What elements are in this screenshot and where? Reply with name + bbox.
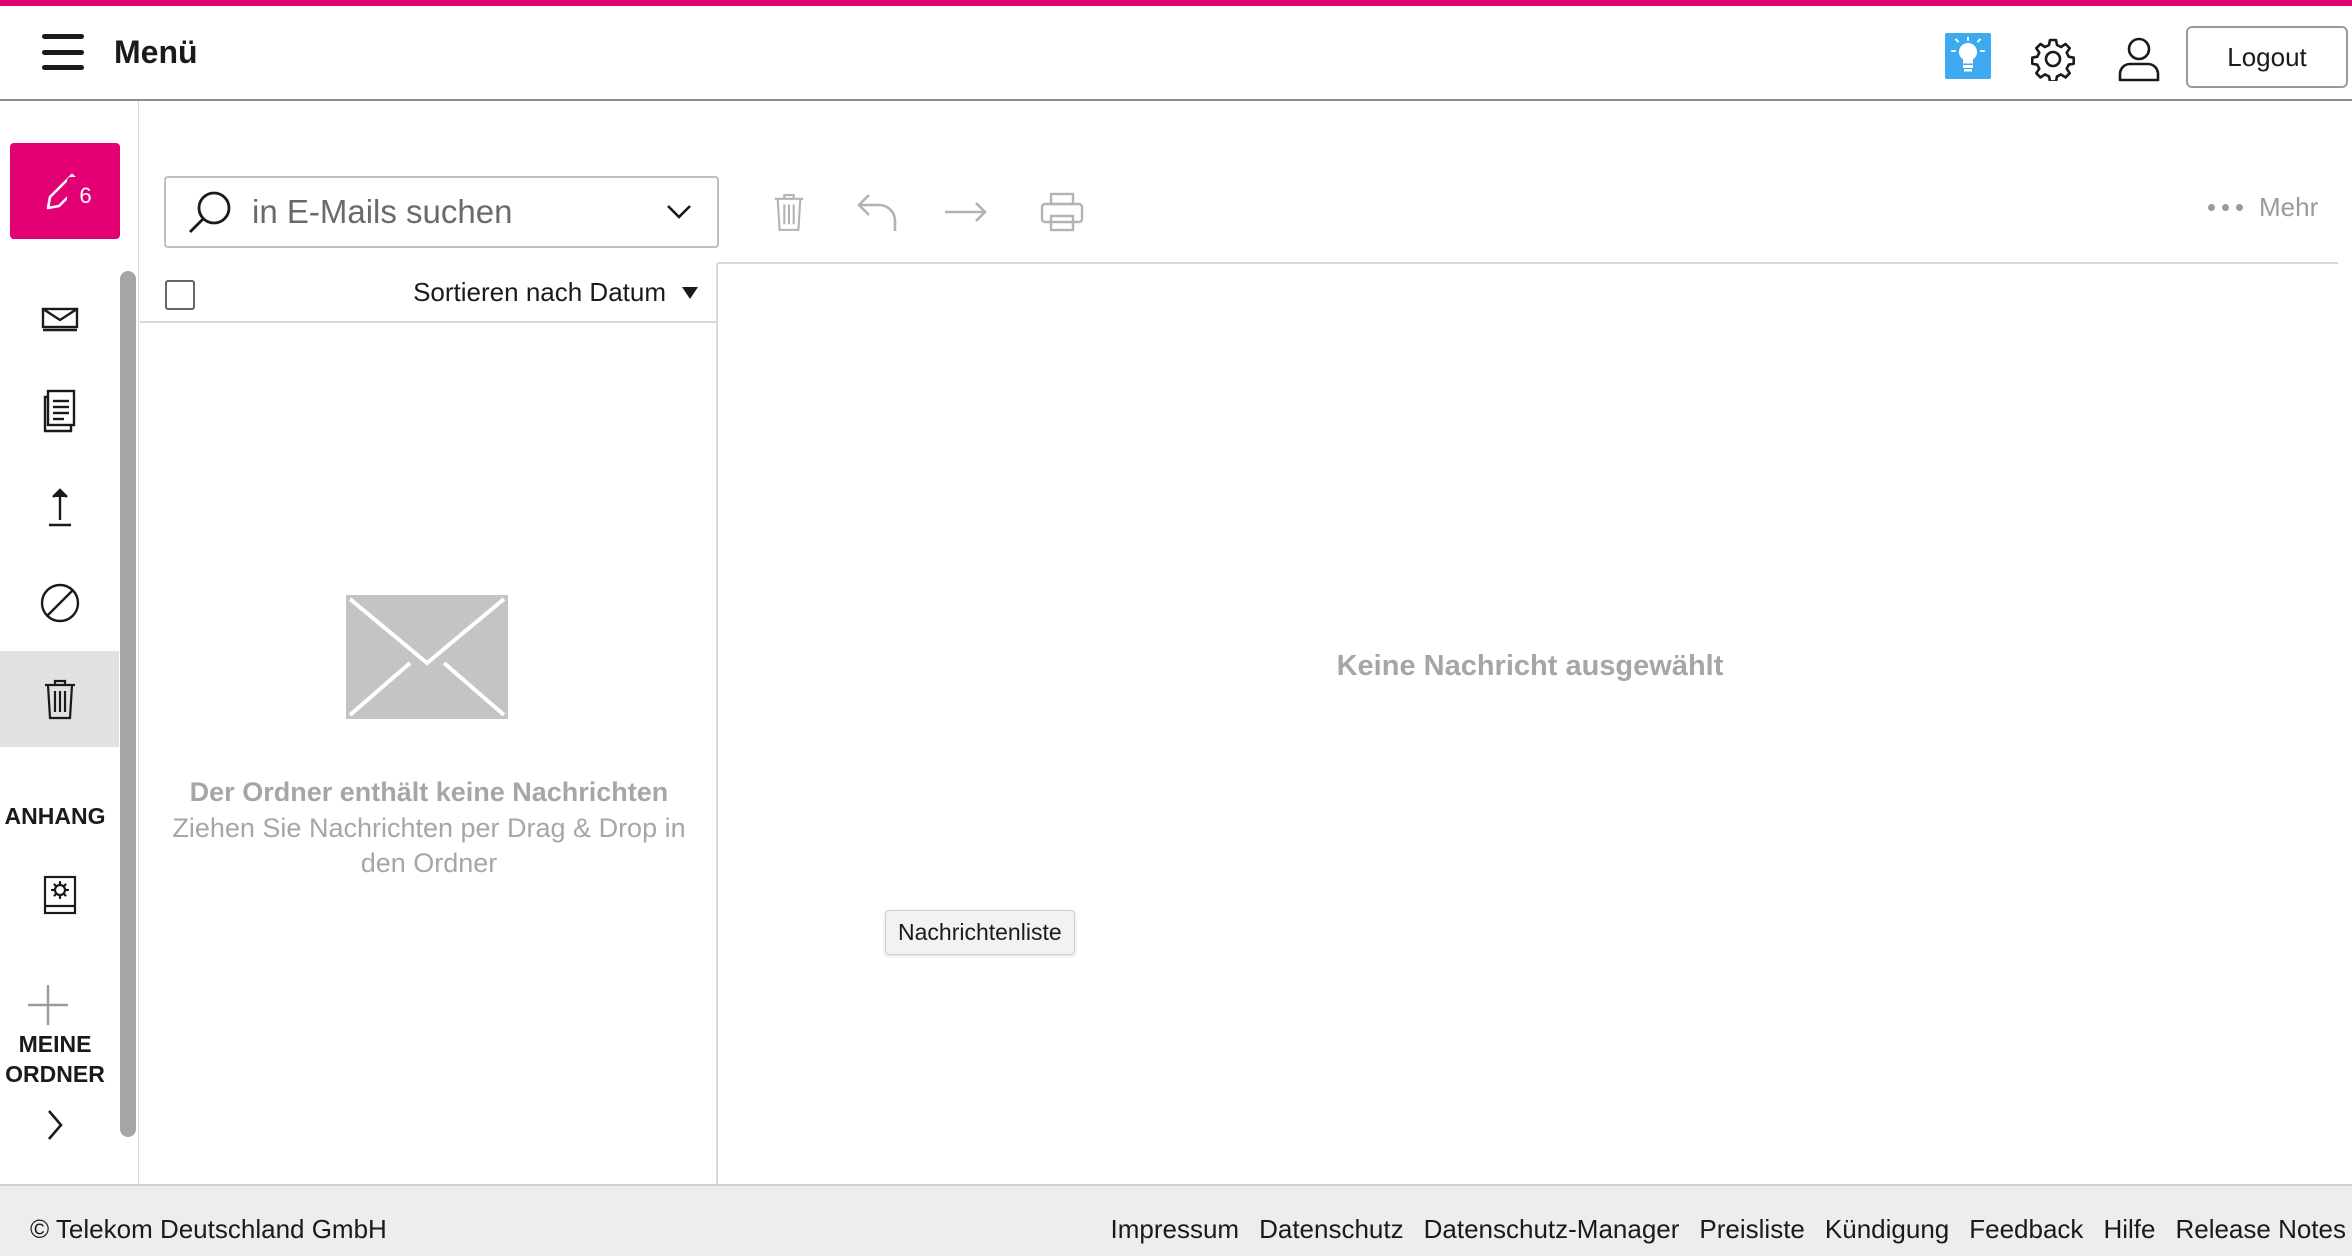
caret-down-icon xyxy=(682,286,698,299)
forward-button[interactable] xyxy=(936,182,996,242)
trash-icon xyxy=(44,679,75,720)
footer-link-release-notes[interactable]: Release Notes xyxy=(2175,1214,2346,1245)
app-header: Menü Logout xyxy=(0,6,2352,101)
footer-link-preisliste[interactable]: Preisliste xyxy=(1699,1214,1804,1245)
upload-arrow-icon xyxy=(48,488,71,527)
print-button[interactable] xyxy=(1032,182,1092,242)
footer-links: Impressum Datenschutz Datenschutz-Manage… xyxy=(1111,1214,2347,1245)
unread-count-badge: 6 xyxy=(67,177,104,214)
search-box xyxy=(164,176,719,248)
select-all-checkbox[interactable] xyxy=(165,280,195,310)
footer-link-datenschutz-manager[interactable]: Datenschutz-Manager xyxy=(1424,1214,1680,1245)
sidebar-item-spam[interactable] xyxy=(0,555,119,651)
inbox-icon xyxy=(41,307,78,332)
footer-link-feedback[interactable]: Feedback xyxy=(1969,1214,2083,1245)
empty-folder-hint: Ziehen Sie Nachrichten per Drag & Drop i… xyxy=(172,813,686,878)
chevron-down-icon xyxy=(667,205,691,219)
sidebar-item-attachments[interactable] xyxy=(0,847,119,943)
hamburger-icon xyxy=(42,34,84,70)
attachment-settings-icon xyxy=(43,875,76,915)
message-list-header: Sortieren nach Datum xyxy=(140,263,718,323)
chevron-right-icon xyxy=(48,1110,63,1140)
menu-label: Menü xyxy=(114,34,198,70)
reply-icon xyxy=(857,194,897,231)
more-button[interactable]: Mehr xyxy=(2208,192,2318,223)
search-icon xyxy=(186,188,234,236)
sidebar-item-trash[interactable] xyxy=(0,651,119,747)
lightbulb-icon[interactable] xyxy=(1945,33,1991,79)
footer-link-datenschutz[interactable]: Datenschutz xyxy=(1259,1214,1404,1245)
add-folder-button[interactable] xyxy=(26,983,70,1027)
plus-icon xyxy=(28,985,68,1025)
more-dots-icon xyxy=(2208,204,2243,211)
logout-button[interactable]: Logout xyxy=(2186,26,2348,88)
sidebar-item-drafts[interactable] xyxy=(0,363,119,459)
message-list-tooltip: Nachrichtenliste xyxy=(885,910,1075,955)
sort-dropdown[interactable]: Sortieren nach Datum xyxy=(413,277,698,308)
menu-button[interactable]: Menü xyxy=(42,34,198,70)
user-icon[interactable] xyxy=(2114,34,2164,84)
sidebar-item-sent[interactable] xyxy=(0,459,119,555)
document-icon xyxy=(43,389,75,433)
search-options-dropdown[interactable] xyxy=(663,196,695,228)
footer: © Telekom Deutschland GmbH Impressum Dat… xyxy=(0,1184,2352,1256)
search-input[interactable] xyxy=(252,193,632,231)
delete-button[interactable] xyxy=(759,182,819,242)
expand-folders-button[interactable] xyxy=(40,1107,70,1143)
sort-label: Sortieren nach Datum xyxy=(413,277,666,307)
gear-icon[interactable] xyxy=(2028,34,2078,84)
message-list: Sortieren nach Datum Der Ordner enthält … xyxy=(140,263,718,1184)
attachment-section-label: ANHANG xyxy=(4,803,106,829)
blocked-icon xyxy=(40,583,79,623)
more-label: Mehr xyxy=(2259,192,2319,222)
sidebar-item-inbox[interactable] xyxy=(0,267,119,363)
folder-sidebar: 6 ANHANG MEINE ORDNER xyxy=(0,101,139,1184)
toolbar-divider xyxy=(718,262,2338,264)
my-folders-label: MEINE ORDNER xyxy=(5,1031,105,1087)
empty-envelope-icon xyxy=(346,595,508,719)
footer-link-hilfe[interactable]: Hilfe xyxy=(2103,1214,2155,1245)
empty-folder-title: Der Ordner enthält keine Nachrichten xyxy=(189,777,669,807)
forward-icon xyxy=(945,202,987,222)
no-message-selected: Keine Nachricht ausgewählt xyxy=(1336,650,1724,682)
copyright: © Telekom Deutschland GmbH xyxy=(30,1214,387,1244)
print-icon xyxy=(1040,192,1084,232)
reply-button[interactable] xyxy=(848,182,908,242)
footer-link-impressum[interactable]: Impressum xyxy=(1111,1214,1240,1245)
trash-icon xyxy=(774,194,804,231)
sidebar-scrollbar[interactable] xyxy=(120,271,136,1137)
footer-link-kuendigung[interactable]: Kündigung xyxy=(1825,1214,1949,1245)
